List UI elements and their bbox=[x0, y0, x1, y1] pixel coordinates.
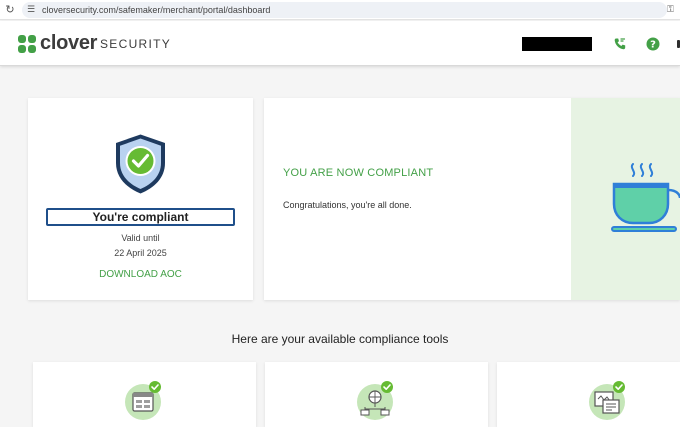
key-icon[interactable]: ⚿ bbox=[667, 3, 680, 17]
site-settings-icon[interactable]: ☰ bbox=[27, 3, 39, 17]
tool-documents-icon[interactable] bbox=[587, 381, 627, 421]
congratulations-text: Congratulations, you're all done. bbox=[283, 200, 412, 210]
reload-icon[interactable]: ↻ bbox=[4, 3, 16, 17]
logo-subtitle: SECURITY bbox=[100, 37, 172, 51]
tool-questionnaire-icon[interactable] bbox=[123, 381, 163, 421]
coffee-cup-icon bbox=[611, 163, 680, 232]
help-icon[interactable]: ? bbox=[646, 37, 660, 51]
browser-address-bar: ↻ ☰ cloversecurity.com/safemaker/merchan… bbox=[0, 0, 680, 20]
shield-check-icon bbox=[116, 134, 165, 194]
valid-until-label: Valid until bbox=[121, 233, 160, 243]
tool-network-scan-icon[interactable] bbox=[355, 381, 395, 421]
phone-icon[interactable] bbox=[613, 37, 627, 51]
tools-heading: Here are your available compliance tools bbox=[231, 332, 449, 346]
url-text[interactable]: cloversecurity.com/safemaker/merchant/po… bbox=[42, 4, 270, 16]
app-header: clover SECURITY ? bbox=[0, 21, 680, 66]
svg-text:?: ? bbox=[650, 40, 656, 51]
valid-until-date: 22 April 2025 bbox=[114, 248, 167, 258]
download-aoc-link[interactable]: DOWNLOAD AOC bbox=[28, 269, 253, 281]
compliance-status-label: You're compliant bbox=[46, 208, 235, 226]
redacted-account-name bbox=[522, 37, 592, 51]
clover-logo-icon[interactable] bbox=[17, 34, 37, 54]
congratulations-heading: YOU ARE NOW COMPLIANT bbox=[283, 167, 434, 179]
logo-wordmark[interactable]: clover bbox=[40, 31, 97, 55]
